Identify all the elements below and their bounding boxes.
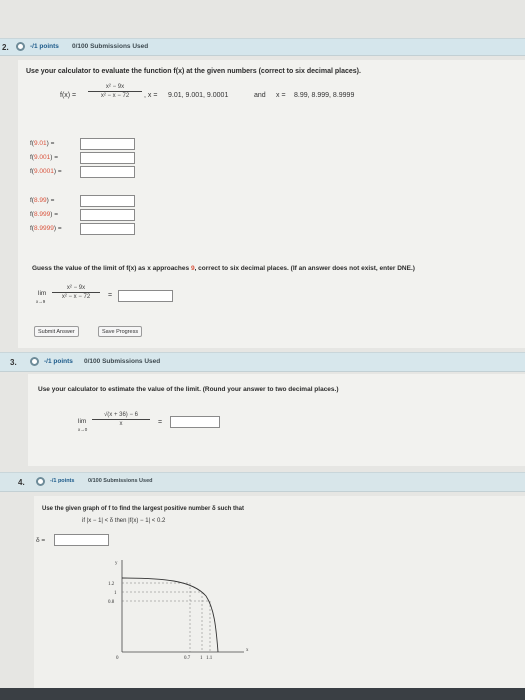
x-tick-1.1: 1.1 bbox=[206, 656, 213, 661]
q2-x-values-2: 8.99, 8.999, 8.9999 bbox=[294, 92, 355, 99]
q2-prompt: Use your calculator to evaluate the func… bbox=[26, 68, 361, 75]
q2-card: Use your calculator to evaluate the func… bbox=[18, 60, 525, 348]
q3-limit-input[interactable] bbox=[170, 416, 220, 428]
q2-limit-input[interactable] bbox=[118, 290, 173, 302]
q4-graph: y x 1.2 1 0.8 0 0.7 1 1.1 bbox=[108, 560, 249, 661]
q2-x-prefix-2: x = bbox=[276, 92, 286, 99]
q3-status-icon bbox=[30, 357, 39, 366]
q2-answer-input[interactable] bbox=[80, 209, 135, 221]
q2-lim-numerator: x² − 9x bbox=[66, 285, 86, 291]
y-tick-1.2: 1.2 bbox=[108, 582, 115, 587]
q3-number: 3. bbox=[10, 358, 17, 367]
y-tick-0.8: 0.8 bbox=[108, 600, 115, 605]
q4-prompt: Use the given graph of f to find the lar… bbox=[42, 506, 244, 512]
q4-status-icon bbox=[36, 477, 45, 486]
q3-denominator: x bbox=[119, 421, 123, 427]
q4-delta-label: δ = bbox=[36, 537, 46, 544]
x-tick-0: 0 bbox=[116, 656, 119, 661]
q4-number: 4. bbox=[18, 478, 25, 487]
q2-x-prefix-1: , x = bbox=[144, 92, 158, 99]
q2-function-label: f(x) = bbox=[60, 92, 77, 99]
q2-status-icon bbox=[16, 42, 25, 51]
q2-submissions: 0/100 Submissions Used bbox=[72, 43, 149, 50]
q2-answer-input[interactable] bbox=[80, 166, 135, 178]
fraction-bar bbox=[52, 292, 100, 293]
x-tick-0.7: 0.7 bbox=[184, 656, 191, 661]
q3-lim-sub: x→0 bbox=[78, 427, 88, 432]
q2-header-bar: 2. -/1 points 0/100 Submissions Used bbox=[0, 38, 525, 56]
q2-lim-equals: = bbox=[108, 292, 113, 299]
q4-points: -/1 points bbox=[50, 478, 75, 484]
q2-answer-input[interactable] bbox=[80, 195, 135, 207]
q2-numerator: x² − 9x bbox=[105, 84, 125, 90]
q2-row-label: f(8.9999) = bbox=[30, 225, 62, 232]
q3-numerator: √(x + 36) − 6 bbox=[104, 412, 138, 418]
q2-answer-input[interactable] bbox=[80, 152, 135, 164]
q2-denominator: x² − x − 72 bbox=[100, 93, 130, 99]
q3-header-bar: 3. -/1 points 0/100 Submissions Used bbox=[0, 352, 525, 372]
q2-points: -/1 points bbox=[30, 43, 59, 50]
q2-row-label: f(8.999) = bbox=[30, 211, 59, 218]
fraction-bar bbox=[88, 91, 142, 92]
q2-lim-fraction: x² − 9x x² − x − 72 bbox=[52, 285, 100, 300]
q2-and: and bbox=[254, 92, 266, 99]
q3-card: Use your calculator to estimate the valu… bbox=[28, 374, 525, 466]
q2-lim-denominator: x² − x − 72 bbox=[61, 294, 91, 300]
q4-header-bar: 4. -/1 points 0/100 Submissions Used bbox=[0, 472, 525, 492]
q2-row-label: f(8.99) = bbox=[30, 197, 55, 204]
save-progress-button[interactable]: Save Progress bbox=[98, 326, 143, 337]
graph-y-label: y bbox=[115, 561, 118, 566]
graph-curve bbox=[121, 577, 219, 653]
q3-lim-label: lim bbox=[78, 418, 87, 425]
bottom-taskbar bbox=[0, 688, 525, 700]
y-tick-1: 1 bbox=[114, 591, 117, 596]
q3-points: -/1 points bbox=[44, 358, 73, 365]
q2-x-values-1: 9.01, 9.001, 9.0001 bbox=[168, 92, 229, 99]
q2-row-label: f(9.01) = bbox=[30, 140, 55, 147]
submit-answer-button[interactable]: Submit Answer bbox=[34, 326, 79, 337]
x-tick-1: 1 bbox=[200, 656, 203, 661]
q2-row-label: f(9.001) = bbox=[30, 154, 59, 161]
q4-delta-input[interactable] bbox=[54, 534, 109, 546]
fraction-bar bbox=[92, 419, 150, 420]
q3-prompt: Use your calculator to estimate the valu… bbox=[38, 386, 339, 393]
q2-row-label: f(9.0001) = bbox=[30, 168, 62, 175]
q2-answer-input[interactable] bbox=[80, 138, 135, 150]
q4-submissions: 0/100 Submissions Used bbox=[88, 478, 153, 484]
graph-x-label: x bbox=[246, 648, 249, 653]
q3-lim-fraction: √(x + 36) − 6 x bbox=[92, 412, 150, 427]
q2-guess-prompt: Guess the value of the limit of f(x) as … bbox=[32, 265, 415, 272]
q4-card: Use the given graph of f to find the lar… bbox=[34, 496, 525, 700]
q2-number: 2. bbox=[2, 43, 9, 52]
q2-function-fraction: x² − 9x x² − x − 72 bbox=[88, 84, 142, 99]
q3-submissions: 0/100 Submissions Used bbox=[84, 358, 161, 365]
q4-condition: if |x − 1| < δ then |f(x) − 1| < 0.2 bbox=[82, 518, 166, 524]
q2-answer-input[interactable] bbox=[80, 223, 135, 235]
q2-lim-label: lim bbox=[38, 290, 47, 297]
q2-lim-sub: x→9 bbox=[36, 299, 46, 304]
q3-equals: = bbox=[158, 419, 163, 426]
